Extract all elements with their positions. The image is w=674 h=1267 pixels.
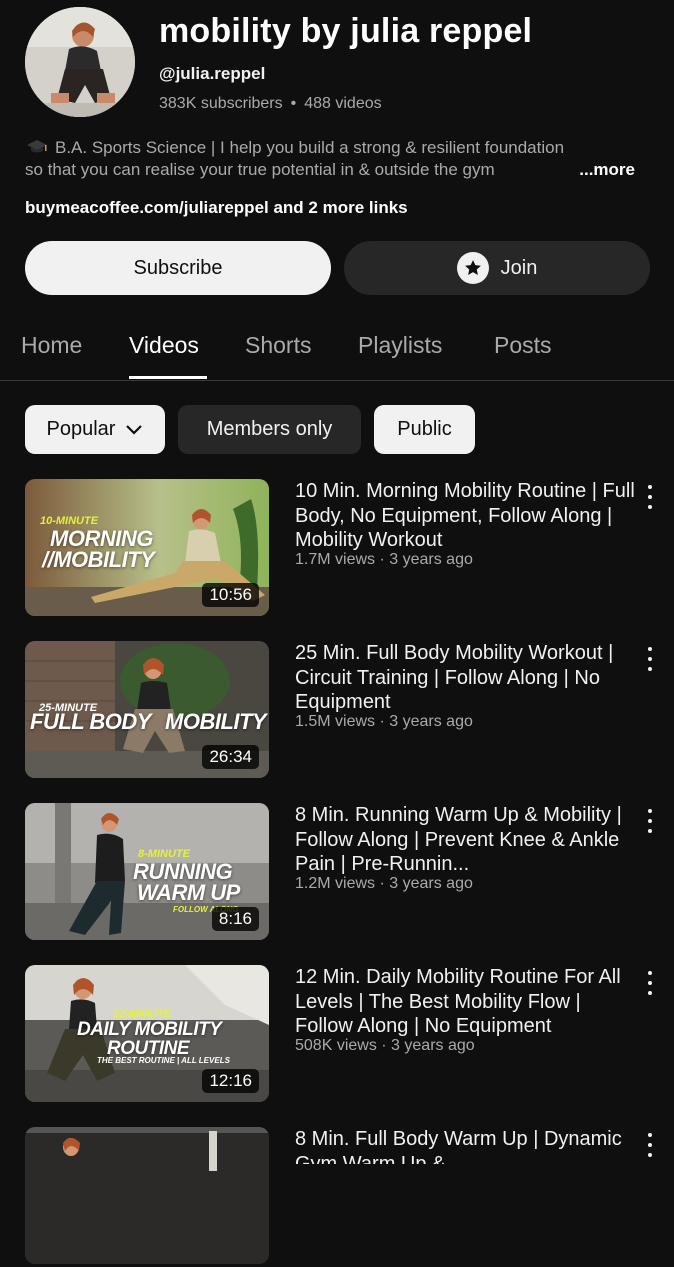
more-options-icon[interactable] bbox=[640, 647, 660, 671]
video-title[interactable]: 10 Min. Morning Mobility Routine | Full … bbox=[295, 479, 635, 553]
video-duration: 26:34 bbox=[202, 745, 259, 769]
thumb-title-2: WARM UP bbox=[137, 880, 240, 905]
thumb-title-1: FULL BODY bbox=[30, 709, 151, 734]
channel-avatar[interactable] bbox=[25, 7, 135, 117]
description-text-1: B.A. Sports Science | I help you build a… bbox=[55, 138, 565, 157]
view-count: 508K views bbox=[295, 1037, 377, 1054]
video-duration: 8:16 bbox=[211, 907, 259, 931]
video-thumbnail[interactable]: 12-MINUTE DAILY MOBILITY ROUTINE THE BES… bbox=[25, 965, 269, 1102]
channel-tabs: Home Videos Shorts Playlists Posts bbox=[0, 320, 674, 381]
chevron-down-icon bbox=[126, 424, 143, 435]
more-options-icon[interactable] bbox=[640, 485, 660, 509]
video-title[interactable]: 25 Min. Full Body Mobility Workout | Cir… bbox=[295, 641, 635, 715]
view-count: 1.5M views bbox=[295, 713, 376, 730]
video-thumbnail[interactable]: 8-MINUTE RUNNING WARM UP FOLLOW ALONG 8:… bbox=[25, 803, 269, 940]
chip-public-label: Public bbox=[397, 418, 452, 440]
graduation-cap-icon bbox=[25, 139, 49, 155]
channel-links[interactable]: buymeacoffee.com/juliareppel and 2 more … bbox=[25, 198, 408, 218]
description-line-1: B.A. Sports Science | I help you build a… bbox=[25, 137, 645, 159]
tab-playlists[interactable]: Playlists bbox=[358, 332, 442, 359]
thumb-title-2: MOBILITY bbox=[165, 709, 267, 734]
more-options-icon[interactable] bbox=[640, 1133, 660, 1157]
more-links-text[interactable]: and 2 more links bbox=[269, 198, 407, 217]
join-label: Join bbox=[500, 256, 538, 279]
video-item[interactable]: 8 Min. Full Body Warm Up | Dynamic Gym W… bbox=[0, 1127, 674, 1267]
subscriber-count: 383K subscribers bbox=[159, 95, 283, 112]
video-meta: 508K views · 3 years ago bbox=[295, 1037, 475, 1054]
upload-age: 3 years ago bbox=[391, 1037, 475, 1054]
video-item[interactable]: 8-MINUTE RUNNING WARM UP FOLLOW ALONG 8:… bbox=[0, 803, 674, 943]
video-title[interactable]: 8 Min. Full Body Warm Up | Dynamic Gym W… bbox=[295, 1127, 635, 1164]
upload-age: 3 years ago bbox=[389, 713, 473, 730]
video-count: 488 videos bbox=[304, 95, 382, 112]
active-tab-indicator bbox=[129, 376, 207, 379]
channel-stats: 383K subscribers • 488 videos bbox=[159, 95, 382, 113]
more-link[interactable]: ...more bbox=[579, 160, 635, 179]
video-item[interactable]: 25-MINUTE FULL BODY MOBILITY 26:34 25 Mi… bbox=[0, 641, 674, 781]
more-fade: ...more bbox=[549, 159, 635, 181]
video-meta: 1.7M views · 3 years ago bbox=[295, 551, 473, 568]
description-text-2: so that you can realise your true potent… bbox=[25, 160, 495, 179]
chip-popular[interactable]: Popular bbox=[25, 405, 165, 454]
video-item[interactable]: 10-MINUTE MORNING //MOBILITY 10:56 10 Mi… bbox=[0, 479, 674, 619]
tab-home[interactable]: Home bbox=[21, 332, 82, 359]
video-thumbnail[interactable] bbox=[25, 1127, 269, 1264]
video-duration: 10:56 bbox=[202, 583, 259, 607]
avatar-image bbox=[25, 7, 135, 117]
video-thumbnail[interactable]: 10-MINUTE MORNING //MOBILITY 10:56 bbox=[25, 479, 269, 616]
upload-age: 3 years ago bbox=[389, 551, 473, 568]
tab-shorts[interactable]: Shorts bbox=[245, 332, 311, 359]
join-button[interactable]: Join bbox=[344, 241, 650, 295]
channel-description[interactable]: B.A. Sports Science | I help you build a… bbox=[25, 137, 645, 181]
primary-link[interactable]: buymeacoffee.com/juliareppel bbox=[25, 198, 269, 217]
chip-popular-label: Popular bbox=[46, 418, 116, 440]
thumb-title-1: MORNING bbox=[50, 526, 153, 551]
thumb-title-1: DAILY MOBILITY bbox=[77, 1019, 222, 1040]
view-count: 1.2M views bbox=[295, 875, 376, 892]
video-item[interactable]: 12-MINUTE DAILY MOBILITY ROUTINE THE BES… bbox=[0, 965, 674, 1105]
chip-members-only[interactable]: Members only bbox=[178, 405, 361, 454]
tab-videos[interactable]: Videos bbox=[129, 332, 199, 359]
tab-posts[interactable]: Posts bbox=[494, 332, 552, 359]
more-options-icon[interactable] bbox=[640, 809, 660, 833]
more-options-icon[interactable] bbox=[640, 971, 660, 995]
star-icon bbox=[456, 252, 489, 284]
video-title[interactable]: 12 Min. Daily Mobility Routine For All L… bbox=[295, 965, 635, 1039]
video-title[interactable]: 8 Min. Running Warm Up & Mobility | Foll… bbox=[295, 803, 635, 877]
thumb-title-2: //MOBILITY bbox=[42, 547, 155, 572]
chip-public[interactable]: Public bbox=[374, 405, 475, 454]
thumb-subtitle: THE BEST ROUTINE | ALL LEVELS bbox=[97, 1056, 230, 1065]
view-count: 1.7M views bbox=[295, 551, 376, 568]
upload-age: 3 years ago bbox=[389, 875, 473, 892]
video-duration: 12:16 bbox=[202, 1069, 259, 1093]
video-meta: 1.5M views · 3 years ago bbox=[295, 713, 473, 730]
separator-dot: • bbox=[290, 95, 297, 112]
subscribe-label: Subscribe bbox=[133, 256, 223, 279]
channel-name: mobility by julia reppel bbox=[159, 12, 533, 50]
chip-members-only-label: Members only bbox=[206, 418, 333, 440]
subscribe-button[interactable]: Subscribe bbox=[25, 241, 331, 295]
video-meta: 1.2M views · 3 years ago bbox=[295, 875, 473, 892]
channel-handle: @julia.reppel bbox=[159, 64, 266, 83]
thumb-title-1: RUNNING bbox=[133, 859, 233, 884]
video-thumbnail[interactable]: 25-MINUTE FULL BODY MOBILITY 26:34 bbox=[25, 641, 269, 778]
